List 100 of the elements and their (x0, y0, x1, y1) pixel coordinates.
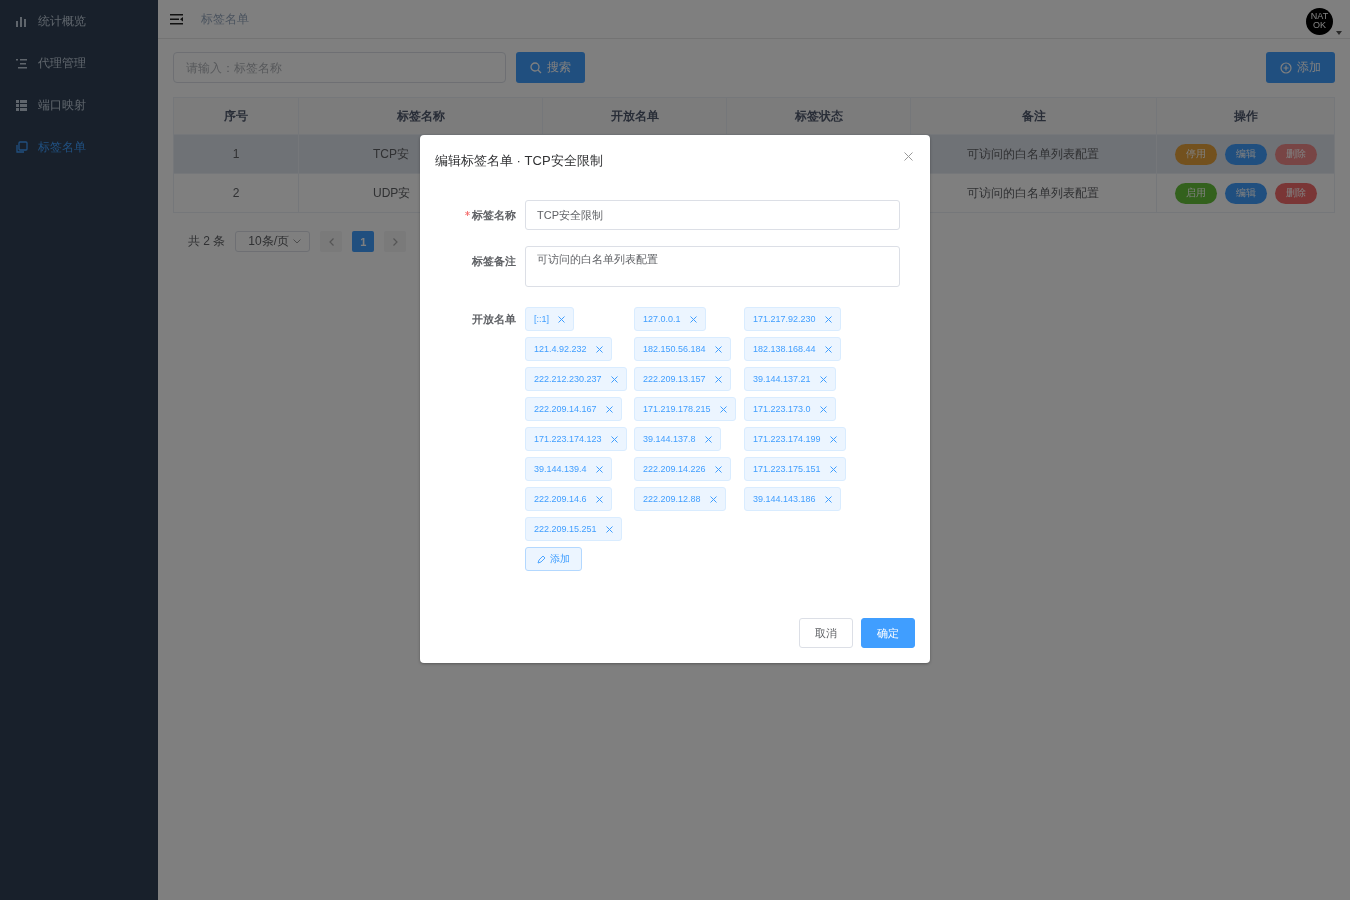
close-icon (605, 405, 613, 413)
close-icon (689, 315, 697, 323)
list-icon (15, 56, 28, 70)
logo-avatar[interactable]: NAT OK (1306, 7, 1333, 35)
close-icon (714, 465, 722, 473)
remove-tag-button[interactable] (605, 525, 613, 533)
close-icon (595, 495, 603, 503)
tag-text: 222.209.13.157 (643, 374, 706, 384)
tag-text: 39.144.139.4 (534, 464, 587, 474)
search-button[interactable]: 搜索 (516, 52, 585, 83)
chevron-down-icon (293, 239, 302, 244)
select-value: 10条/页 (248, 233, 290, 250)
close-icon (595, 465, 603, 473)
remove-tag-button[interactable] (714, 375, 722, 383)
remove-tag-button[interactable] (829, 465, 837, 473)
close-icon (610, 375, 618, 383)
tag-text: 171.223.175.151 (753, 464, 821, 474)
column-header: 备注 (910, 97, 1157, 135)
remove-tag-button[interactable] (819, 375, 827, 383)
sidebar-item[interactable]: 端口映射 (0, 84, 158, 126)
remove-tag-button[interactable] (819, 405, 827, 413)
tag-text: 39.144.137.21 (753, 374, 811, 384)
confirm-button[interactable]: 确定 (861, 618, 915, 648)
tag-text: 127.0.0.1 (643, 314, 681, 324)
remove-tag-button[interactable] (824, 495, 832, 503)
remove-tag-button[interactable] (714, 465, 722, 473)
page-size-select[interactable]: 10条/页 (235, 231, 311, 252)
close-icon (829, 435, 837, 443)
tag-text: 222.209.12.88 (643, 494, 701, 504)
plus-circle-icon (1280, 61, 1292, 74)
field-label: 标签名称 (472, 207, 516, 223)
remove-tag-button[interactable] (704, 435, 712, 443)
table-cell: 1 (232, 147, 240, 161)
remove-tag-button[interactable] (595, 495, 603, 503)
sidebar-item[interactable]: 标签名单 (0, 126, 158, 168)
total-count: 共 2 条 (188, 233, 226, 250)
bar-chart-icon (15, 14, 28, 28)
cancel-button[interactable]: 取消 (799, 618, 853, 648)
sidebar-item[interactable]: 统计概览 (0, 0, 158, 42)
add-tag-button[interactable]: 添加 (525, 547, 582, 571)
field-label: 标签备注 (472, 253, 516, 269)
remove-tag-button[interactable] (558, 315, 565, 323)
tag-text: 39.144.137.8 (643, 434, 696, 444)
tag-text: 222.209.14.167 (534, 404, 597, 414)
close-icon (824, 345, 832, 353)
chevron-right-icon (392, 237, 398, 246)
close-icon (709, 495, 717, 503)
remove-tag-button[interactable] (714, 345, 722, 353)
close-icon (719, 405, 727, 413)
remove-tag-button[interactable] (610, 435, 618, 443)
logo-text: OK (1313, 21, 1326, 30)
field-label: 开放名单 (472, 311, 516, 327)
close-icon (819, 375, 827, 383)
remove-tag-button[interactable] (719, 405, 727, 413)
close-icon (605, 525, 613, 533)
remark-field[interactable]: 可访问的白名单列表配置 (525, 246, 900, 287)
remove-tag-button[interactable] (610, 375, 618, 383)
remove-tag-button[interactable] (824, 315, 832, 323)
enable-button[interactable]: 启用 (1174, 182, 1217, 204)
search-icon (530, 61, 542, 74)
add-button[interactable]: 添加 (1266, 52, 1335, 83)
close-icon (610, 435, 618, 443)
pencil-icon (537, 554, 546, 564)
table-cell: TCP安 (373, 146, 409, 161)
caret-icon (1336, 30, 1342, 35)
remove-tag-button[interactable] (709, 495, 717, 503)
close-icon (714, 375, 722, 383)
remove-tag-button[interactable] (595, 465, 603, 473)
remove-tag-button[interactable] (595, 345, 603, 353)
remove-tag-button[interactable] (824, 345, 832, 353)
edit-button[interactable]: 编辑 (1224, 143, 1267, 165)
tag-text: 182.150.56.184 (643, 344, 706, 354)
name-field[interactable]: TCP安全限制 (525, 200, 900, 230)
chevron-left-icon (328, 237, 334, 246)
close-icon (824, 495, 832, 503)
tag-text: 121.4.92.232 (534, 344, 587, 354)
tag-text: 39.144.143.186 (753, 494, 816, 504)
disable-button[interactable]: 停用 (1174, 143, 1217, 165)
tag-text: 171.219.178.215 (643, 404, 711, 414)
close-button[interactable] (904, 152, 913, 161)
tag-text: 182.138.168.44 (753, 344, 816, 354)
sidebar-item[interactable]: 代理管理 (0, 42, 158, 84)
remove-tag-button[interactable] (605, 405, 613, 413)
column-header: 标签状态 (726, 97, 911, 135)
copy-icon (15, 140, 28, 154)
next-page-button[interactable] (384, 231, 407, 252)
logo-text: NAT (1310, 12, 1329, 21)
previous-page-button[interactable] (320, 231, 343, 252)
column-header: 序号 (173, 97, 299, 135)
tag-text: 171.217.92.230 (753, 314, 816, 324)
remove-tag-button[interactable] (689, 315, 697, 323)
table-cell: 2 (232, 186, 240, 200)
menu-icon (170, 13, 183, 25)
table-cell: UDP安 (373, 185, 411, 200)
edit-button[interactable]: 编辑 (1224, 182, 1267, 204)
column-header: 标签名称 (298, 97, 543, 135)
tag-text: 171.223.174.123 (534, 434, 602, 444)
page-button[interactable]: 1 (352, 231, 375, 252)
column-header: 开放名单 (542, 97, 727, 135)
remove-tag-button[interactable] (829, 435, 837, 443)
